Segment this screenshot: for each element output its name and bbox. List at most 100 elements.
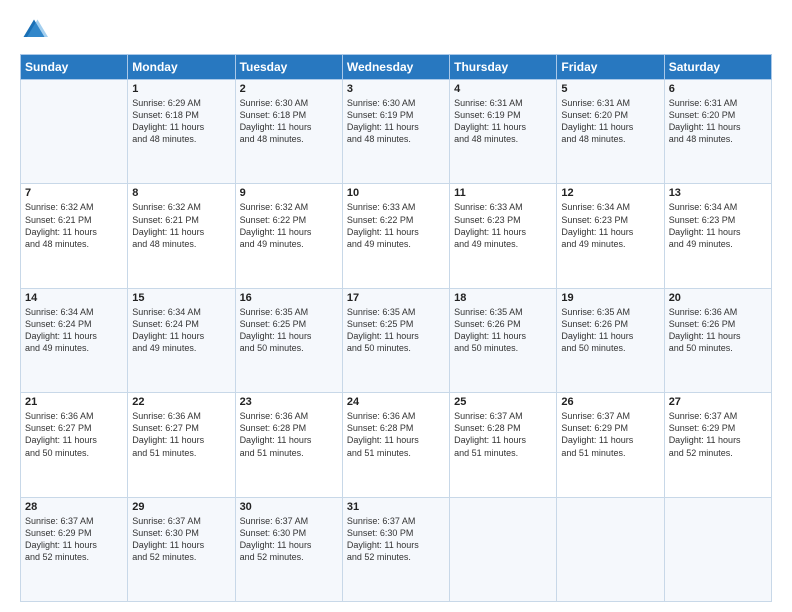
day-number: 16 bbox=[240, 292, 338, 304]
calendar-cell: 26 Sunrise: 6:37 AMSunset: 6:29 PMDayligh… bbox=[557, 393, 664, 497]
week-row-2: 7 Sunrise: 6:32 AMSunset: 6:21 PMDaylight… bbox=[21, 184, 772, 288]
calendar-cell bbox=[450, 497, 557, 601]
day-number: 14 bbox=[25, 292, 123, 304]
day-info: Sunrise: 6:33 AMSunset: 6:22 PMDaylight:… bbox=[347, 201, 445, 250]
day-info: Sunrise: 6:31 AMSunset: 6:20 PMDaylight:… bbox=[669, 97, 767, 146]
day-info: Sunrise: 6:36 AMSunset: 6:28 PMDaylight:… bbox=[240, 410, 338, 459]
logo bbox=[20, 16, 52, 44]
day-number: 7 bbox=[25, 187, 123, 199]
calendar-cell: 22Sunrise: 6:36 AMSunset: 6:27 PMDayligh… bbox=[128, 393, 235, 497]
calendar-cell: 11 Sunrise: 6:33 AMSunset: 6:23 PMDayligh… bbox=[450, 184, 557, 288]
calendar-cell bbox=[557, 497, 664, 601]
day-info: Sunrise: 6:35 AMSunset: 6:25 PMDaylight:… bbox=[347, 306, 445, 355]
calendar-cell: 30 Sunrise: 6:37 AMSunset: 6:30 PMDayligh… bbox=[235, 497, 342, 601]
page: SundayMondayTuesdayWednesdayThursdayFrid… bbox=[0, 0, 792, 612]
day-info: Sunrise: 6:32 AMSunset: 6:21 PMDaylight:… bbox=[25, 201, 123, 250]
day-number: 15 bbox=[132, 292, 230, 304]
calendar-cell: 31Sunrise: 6:37 AMSunset: 6:30 PMDayligh… bbox=[342, 497, 449, 601]
day-info: Sunrise: 6:36 AMSunset: 6:27 PMDaylight:… bbox=[132, 410, 230, 459]
calendar-cell: 7 Sunrise: 6:32 AMSunset: 6:21 PMDaylight… bbox=[21, 184, 128, 288]
day-number: 28 bbox=[25, 501, 123, 513]
day-info: Sunrise: 6:37 AMSunset: 6:29 PMDaylight:… bbox=[669, 410, 767, 459]
day-info: Sunrise: 6:37 AMSunset: 6:30 PMDaylight:… bbox=[132, 515, 230, 564]
day-info: Sunrise: 6:37 AMSunset: 6:29 PMDaylight:… bbox=[561, 410, 659, 459]
day-info: Sunrise: 6:37 AMSunset: 6:28 PMDaylight:… bbox=[454, 410, 552, 459]
calendar-cell: 10 Sunrise: 6:33 AMSunset: 6:22 PMDayligh… bbox=[342, 184, 449, 288]
calendar-cell: 18Sunrise: 6:35 AMSunset: 6:26 PMDayligh… bbox=[450, 288, 557, 392]
weekday-header-sunday: Sunday bbox=[21, 55, 128, 80]
day-number: 8 bbox=[132, 187, 230, 199]
calendar-cell: 13 Sunrise: 6:34 AMSunset: 6:23 PMDayligh… bbox=[664, 184, 771, 288]
weekday-header-friday: Friday bbox=[557, 55, 664, 80]
weekday-header-wednesday: Wednesday bbox=[342, 55, 449, 80]
day-number: 23 bbox=[240, 396, 338, 408]
day-info: Sunrise: 6:35 AMSunset: 6:26 PMDaylight:… bbox=[561, 306, 659, 355]
day-number: 29 bbox=[132, 501, 230, 513]
day-number: 17 bbox=[347, 292, 445, 304]
week-row-1: 1 Sunrise: 6:29 AMSunset: 6:18 PMDaylight… bbox=[21, 80, 772, 184]
day-info: Sunrise: 6:30 AMSunset: 6:18 PMDaylight:… bbox=[240, 97, 338, 146]
day-info: Sunrise: 6:36 AMSunset: 6:28 PMDaylight:… bbox=[347, 410, 445, 459]
day-info: Sunrise: 6:30 AMSunset: 6:19 PMDaylight:… bbox=[347, 97, 445, 146]
calendar-cell bbox=[21, 80, 128, 184]
calendar-cell: 28 Sunrise: 6:37 AMSunset: 6:29 PMDayligh… bbox=[21, 497, 128, 601]
day-number: 9 bbox=[240, 187, 338, 199]
calendar-cell: 16 Sunrise: 6:35 AMSunset: 6:25 PMDayligh… bbox=[235, 288, 342, 392]
day-info: Sunrise: 6:31 AMSunset: 6:20 PMDaylight:… bbox=[561, 97, 659, 146]
day-number: 10 bbox=[347, 187, 445, 199]
day-number: 4 bbox=[454, 83, 552, 95]
day-info: Sunrise: 6:35 AMSunset: 6:26 PMDaylight:… bbox=[454, 306, 552, 355]
day-number: 26 bbox=[561, 396, 659, 408]
day-info: Sunrise: 6:35 AMSunset: 6:25 PMDaylight:… bbox=[240, 306, 338, 355]
calendar-table: SundayMondayTuesdayWednesdayThursdayFrid… bbox=[20, 54, 772, 602]
calendar-cell: 15Sunrise: 6:34 AMSunset: 6:24 PMDayligh… bbox=[128, 288, 235, 392]
calendar-cell: 27 Sunrise: 6:37 AMSunset: 6:29 PMDayligh… bbox=[664, 393, 771, 497]
day-info: Sunrise: 6:34 AMSunset: 6:24 PMDaylight:… bbox=[25, 306, 123, 355]
calendar-cell: 20Sunrise: 6:36 AMSunset: 6:26 PMDayligh… bbox=[664, 288, 771, 392]
day-info: Sunrise: 6:37 AMSunset: 6:29 PMDaylight:… bbox=[25, 515, 123, 564]
day-number: 3 bbox=[347, 83, 445, 95]
calendar-cell: 29 Sunrise: 6:37 AMSunset: 6:30 PMDayligh… bbox=[128, 497, 235, 601]
header bbox=[20, 16, 772, 44]
calendar-cell: 21 Sunrise: 6:36 AMSunset: 6:27 PMDayligh… bbox=[21, 393, 128, 497]
calendar-cell: 14 Sunrise: 6:34 AMSunset: 6:24 PMDayligh… bbox=[21, 288, 128, 392]
day-number: 27 bbox=[669, 396, 767, 408]
calendar-cell: 25 Sunrise: 6:37 AMSunset: 6:28 PMDayligh… bbox=[450, 393, 557, 497]
day-number: 6 bbox=[669, 83, 767, 95]
calendar-cell: 2 Sunrise: 6:30 AMSunset: 6:18 PMDaylight… bbox=[235, 80, 342, 184]
calendar-cell: 5 Sunrise: 6:31 AMSunset: 6:20 PMDaylight… bbox=[557, 80, 664, 184]
day-number: 24 bbox=[347, 396, 445, 408]
weekday-header-row: SundayMondayTuesdayWednesdayThursdayFrid… bbox=[21, 55, 772, 80]
day-number: 19 bbox=[561, 292, 659, 304]
day-number: 2 bbox=[240, 83, 338, 95]
day-number: 5 bbox=[561, 83, 659, 95]
calendar-cell: 12Sunrise: 6:34 AMSunset: 6:23 PMDayligh… bbox=[557, 184, 664, 288]
day-info: Sunrise: 6:34 AMSunset: 6:23 PMDaylight:… bbox=[669, 201, 767, 250]
day-number: 25 bbox=[454, 396, 552, 408]
calendar-cell: 8 Sunrise: 6:32 AMSunset: 6:21 PMDaylight… bbox=[128, 184, 235, 288]
day-info: Sunrise: 6:31 AMSunset: 6:19 PMDaylight:… bbox=[454, 97, 552, 146]
week-row-4: 21 Sunrise: 6:36 AMSunset: 6:27 PMDayligh… bbox=[21, 393, 772, 497]
day-info: Sunrise: 6:33 AMSunset: 6:23 PMDaylight:… bbox=[454, 201, 552, 250]
day-number: 1 bbox=[132, 83, 230, 95]
day-number: 11 bbox=[454, 187, 552, 199]
day-number: 13 bbox=[669, 187, 767, 199]
day-info: Sunrise: 6:37 AMSunset: 6:30 PMDaylight:… bbox=[240, 515, 338, 564]
day-number: 30 bbox=[240, 501, 338, 513]
logo-icon bbox=[20, 16, 48, 44]
day-info: Sunrise: 6:32 AMSunset: 6:21 PMDaylight:… bbox=[132, 201, 230, 250]
week-row-5: 28 Sunrise: 6:37 AMSunset: 6:29 PMDayligh… bbox=[21, 497, 772, 601]
calendar-cell: 19 Sunrise: 6:35 AMSunset: 6:26 PMDayligh… bbox=[557, 288, 664, 392]
week-row-3: 14 Sunrise: 6:34 AMSunset: 6:24 PMDayligh… bbox=[21, 288, 772, 392]
day-info: Sunrise: 6:29 AMSunset: 6:18 PMDaylight:… bbox=[132, 97, 230, 146]
calendar-cell: 9Sunrise: 6:32 AMSunset: 6:22 PMDaylight… bbox=[235, 184, 342, 288]
calendar-cell bbox=[664, 497, 771, 601]
calendar-cell: 1 Sunrise: 6:29 AMSunset: 6:18 PMDaylight… bbox=[128, 80, 235, 184]
day-info: Sunrise: 6:37 AMSunset: 6:30 PMDaylight:… bbox=[347, 515, 445, 564]
calendar-cell: 6 Sunrise: 6:31 AMSunset: 6:20 PMDaylight… bbox=[664, 80, 771, 184]
day-number: 21 bbox=[25, 396, 123, 408]
day-info: Sunrise: 6:36 AMSunset: 6:27 PMDaylight:… bbox=[25, 410, 123, 459]
weekday-header-tuesday: Tuesday bbox=[235, 55, 342, 80]
weekday-header-saturday: Saturday bbox=[664, 55, 771, 80]
calendar-cell: 4 Sunrise: 6:31 AMSunset: 6:19 PMDaylight… bbox=[450, 80, 557, 184]
